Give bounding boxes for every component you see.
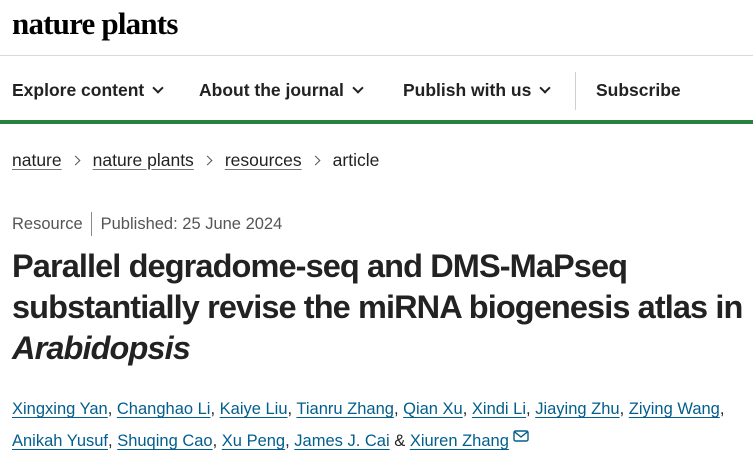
- author-link[interactable]: Xindi Li: [472, 400, 526, 418]
- author-list: Xingxing Yan, Changhao Li, Kaiye Liu, Ti…: [12, 393, 742, 457]
- author-link[interactable]: Changhao Li: [117, 400, 211, 418]
- chevron-right-icon: [70, 155, 81, 166]
- nav-explore-content[interactable]: Explore content: [12, 76, 164, 104]
- author-separator: ,: [526, 400, 536, 418]
- breadcrumb-resources[interactable]: resources: [225, 150, 302, 171]
- nav-publish-with-us[interactable]: Publish with us: [403, 76, 552, 104]
- author-separator: ,: [462, 400, 472, 418]
- article-title: Parallel degradome-seq and DMS-MaPseq su…: [12, 246, 752, 369]
- author-link[interactable]: Xu Peng: [222, 432, 285, 450]
- header-divider: [0, 55, 753, 56]
- author-separator: ,: [108, 432, 118, 450]
- chevron-down-icon: [152, 81, 164, 94]
- author-link[interactable]: Shuqing Cao: [117, 432, 212, 450]
- article-meta: Resource Published: 25 June 2024: [12, 212, 282, 236]
- author-link[interactable]: Ziying Wang: [629, 400, 720, 418]
- author-separator-last: &: [389, 432, 410, 450]
- nav-about-journal[interactable]: About the journal: [199, 76, 364, 104]
- nav-publish-with-us-label: Publish with us: [403, 79, 532, 100]
- author-separator: ,: [285, 432, 295, 450]
- author-link[interactable]: Jiaying Zhu: [535, 400, 619, 418]
- mail-icon[interactable]: [513, 430, 529, 442]
- nav-divider: [575, 72, 576, 110]
- author-link[interactable]: Tianru Zhang: [296, 400, 394, 418]
- author-link[interactable]: Kaiye Liu: [220, 400, 288, 418]
- nav-about-journal-label: About the journal: [199, 79, 344, 100]
- breadcrumb: nature nature plants resources article: [12, 150, 379, 171]
- breadcrumb-current: article: [332, 150, 380, 170]
- author-link[interactable]: Xiuren Zhang: [410, 432, 509, 450]
- chevron-right-icon: [202, 155, 213, 166]
- article-type: Resource: [12, 214, 83, 233]
- author-link[interactable]: Xingxing Yan: [12, 400, 108, 418]
- article-title-italic: Arabidopsis: [12, 330, 191, 366]
- subscribe-link[interactable]: Subscribe: [596, 76, 681, 104]
- author-separator: ,: [210, 400, 220, 418]
- author-link[interactable]: Anikah Yusuf: [12, 432, 108, 450]
- nav-accent-bar: [0, 120, 753, 124]
- journal-logo[interactable]: nature plants: [12, 6, 178, 42]
- author-separator: ,: [212, 432, 222, 450]
- breadcrumb-nature-plants[interactable]: nature plants: [93, 150, 194, 171]
- main-nav: Explore content About the journal Publis…: [0, 66, 753, 114]
- chevron-down-icon: [539, 81, 552, 94]
- chevron-down-icon: [352, 81, 364, 94]
- author-separator: ,: [107, 400, 117, 418]
- author-link[interactable]: Qian Xu: [403, 400, 463, 418]
- author-link[interactable]: James J. Cai: [294, 432, 389, 450]
- article-title-text: Parallel degradome-seq and DMS-MaPseq su…: [12, 248, 743, 325]
- author-separator: ,: [719, 400, 725, 418]
- chevron-right-icon: [310, 155, 321, 166]
- nav-explore-content-label: Explore content: [12, 79, 145, 100]
- publish-date: Published: 25 June 2024: [100, 214, 283, 233]
- meta-divider: [90, 212, 92, 236]
- author-separator: ,: [619, 400, 629, 418]
- author-separator: ,: [393, 400, 404, 418]
- breadcrumb-nature[interactable]: nature: [12, 150, 62, 171]
